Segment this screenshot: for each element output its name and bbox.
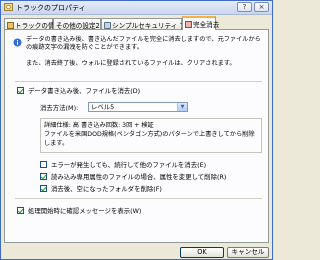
shield-icon (104, 22, 111, 29)
method-label: 消去方法(M): (40, 104, 79, 112)
divider (15, 81, 262, 82)
description-line: 詳細仕様: 高 書き込み回数: 3回 + 検証 (44, 122, 154, 129)
window-title: トラックのプロパティ (16, 4, 86, 12)
properties-window: トラックのプロパティ ? × トラックの情報 その他の設定2 シンプルセキュリテ… (0, 0, 273, 260)
confirm-message-label: 処理開始時に確認メッセージを表示(W) (28, 207, 142, 215)
method-select[interactable]: レベル5 ▼ (88, 102, 188, 112)
confirm-message-checkbox[interactable] (17, 207, 24, 214)
delete-empty-folder-checkbox[interactable] (40, 185, 47, 192)
tab-panel-erase: データの書き込み後、書き込んだファイルを完全に消去しますので、元ファイルから の… (4, 29, 269, 243)
continue-on-error-checkbox[interactable] (40, 161, 47, 168)
info-text: データの書き込み後、書き込んだファイルを完全に消去しますので、元ファイルから の… (26, 36, 261, 52)
eraser-icon (185, 21, 192, 28)
chevron-down-icon[interactable]: ▼ (177, 103, 187, 111)
method-value: レベル5 (91, 103, 115, 111)
info-line: の痕跡文字の漏洩を防ぐことができます。 (26, 44, 143, 51)
close-button[interactable]: × (254, 2, 269, 12)
tab-other-settings[interactable]: その他の設定2 (53, 18, 101, 30)
info-note: また、消去終了後、ウォルに登録されているファイルは、クリアされます。 (26, 60, 236, 67)
title-bar[interactable]: トラックのプロパティ ? × (1, 1, 272, 15)
erase-after-write-checkbox[interactable] (17, 87, 24, 94)
help-button[interactable]: ? (237, 2, 252, 12)
tab-complete-erase[interactable]: 完全消去 (182, 16, 220, 30)
tab-simple-security[interactable]: シンプルセキュリティ プラス (101, 18, 199, 30)
description-line: ファイルを米国DOD規格(ペンタゴン方式)のパターンで上書きしてから削除します。 (44, 131, 255, 147)
ok-button[interactable]: OK (180, 247, 224, 258)
delete-empty-folder-label: 消去後、空になったフォルダを削除(F) (51, 185, 162, 193)
cancel-button[interactable]: キャンセル (227, 247, 269, 258)
info-icon (13, 38, 22, 47)
divider (15, 198, 262, 199)
method-description: 詳細仕様: 高 書き込み回数: 3回 + 検証 ファイルを米国DOD規格(ペンタ… (40, 118, 262, 153)
readonly-delete-label: 読み込み専用属性のファイルの場合、属性を変更して削除(R) (51, 173, 227, 181)
continue-on-error-label: エラーが発生しても、続行して他のファイルを消去(E) (51, 161, 207, 169)
erase-after-write-label: データ書き込み後、ファイルを消去(D) (28, 87, 141, 95)
info-box: データの書き込み後、書き込んだファイルを完全に消去しますので、元ファイルから の… (11, 35, 263, 78)
readonly-delete-checkbox[interactable] (40, 173, 47, 180)
disc-icon (4, 3, 13, 11)
tab-track-info[interactable]: トラックの情報 (4, 18, 61, 30)
tab-label: 完全消去 (193, 21, 220, 29)
info-line: データの書き込み後、書き込んだファイルを完全に消去しますので、元ファイルから (26, 36, 261, 43)
track-icon (7, 22, 14, 29)
